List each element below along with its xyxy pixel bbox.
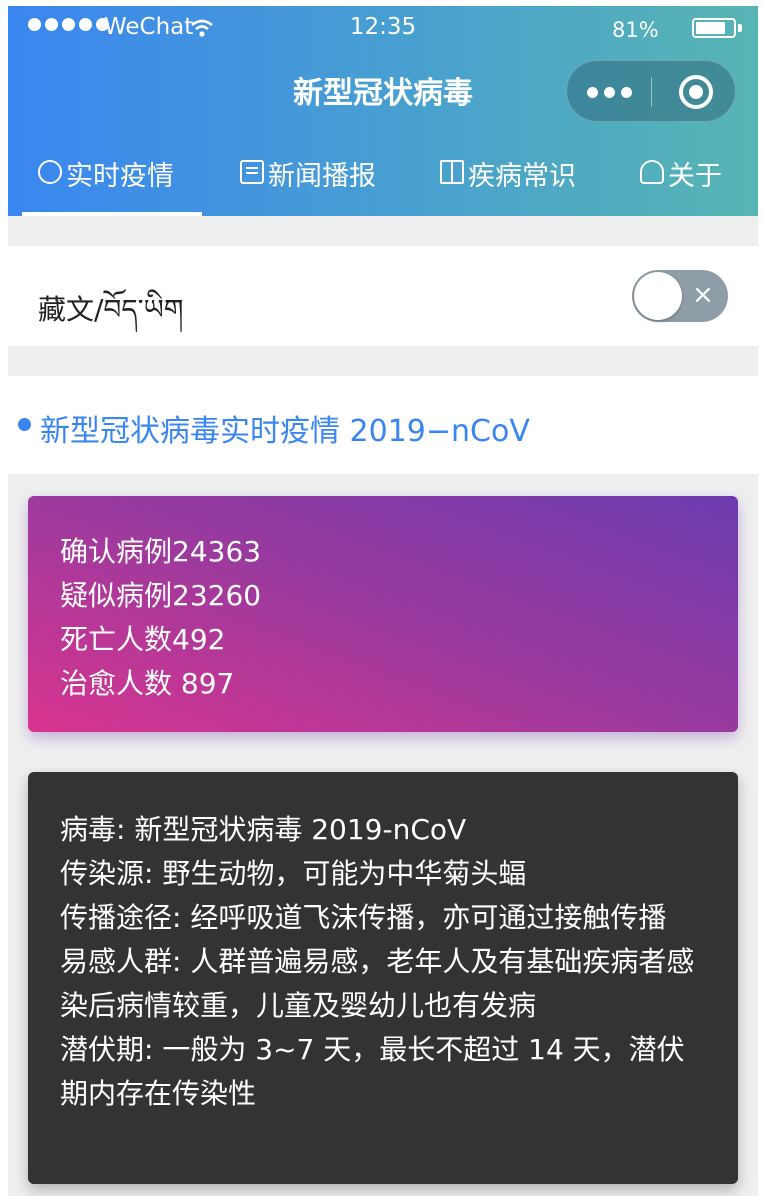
tab-label: 新闻播报 <box>268 161 376 192</box>
capsule-divider <box>651 77 652 107</box>
mini-program-capsule <box>566 60 736 122</box>
tab-live[interactable]: 实时疫情 <box>38 146 174 216</box>
tab-news[interactable]: 新闻播报 <box>240 146 376 216</box>
switch-knob <box>634 272 682 320</box>
tab-label: 实时疫情 <box>66 161 174 192</box>
battery-fill <box>696 22 726 34</box>
header: WeChat 12:35 81% 新型冠状病毒 实时疫情 新闻播报 疾病常识 关… <box>8 6 758 216</box>
app-frame: WeChat 12:35 81% 新型冠状病毒 实时疫情 新闻播报 疾病常识 关… <box>8 6 758 1196</box>
info-susceptible: 易感人群: 人群普遍易感，老年人及有基础疾病者感染后病情较重，儿童及婴幼儿也有发… <box>60 945 695 1022</box>
tab-bar: 实时疫情 新闻播报 疾病常识 关于 <box>8 146 758 216</box>
status-bar: WeChat 12:35 81% <box>8 6 758 50</box>
battery-icon <box>692 18 736 38</box>
battery-percent: 81% <box>612 18 659 42</box>
death-count: 死亡人数492 <box>60 623 226 656</box>
stats-card: 确认病例24363 疑似病例23260 死亡人数492 治愈人数 897 <box>28 496 738 732</box>
close-mini-program-icon[interactable] <box>679 75 713 109</box>
suspected-cases: 疑似病例23260 <box>60 579 262 612</box>
battery-tip <box>738 24 742 32</box>
tab-about[interactable]: 关于 <box>640 146 722 216</box>
tibetan-language-switch[interactable]: × <box>632 270 728 322</box>
active-tab-indicator <box>22 212 202 216</box>
user-icon <box>640 160 664 184</box>
tab-label: 关于 <box>668 161 722 192</box>
language-setting-row: 藏文/བོད་ཡིག × <box>8 246 758 346</box>
section-title: 新型冠状病毒实时疫情 2019−nCoV <box>40 414 530 449</box>
news-icon <box>240 160 264 184</box>
pulse-icon <box>38 160 62 184</box>
info-virus: 病毒: 新型冠状病毒 2019-nCoV <box>60 813 467 846</box>
confirmed-cases: 确认病例24363 <box>60 535 262 568</box>
tab-label: 疾病常识 <box>468 161 576 192</box>
section-header: 新型冠状病毒实时疫情 2019−nCoV <box>8 376 758 474</box>
info-transmission: 传播途径: 经呼吸道飞沫传播，亦可通过接触传播 <box>60 901 667 934</box>
more-icon[interactable] <box>587 87 632 98</box>
info-source: 传染源: 野生动物，可能为中华菊头蝠 <box>60 857 527 890</box>
info-incubation: 潜伏期: 一般为 3~7 天，最长不超过 14 天，潜伏期内存在传染性 <box>60 1033 685 1110</box>
virus-info-card: 病毒: 新型冠状病毒 2019-nCoV 传染源: 野生动物，可能为中华菊头蝠 … <box>28 772 738 1184</box>
recovered-count: 治愈人数 897 <box>60 667 235 700</box>
tab-knowledge[interactable]: 疾病常识 <box>440 146 576 216</box>
close-icon: × <box>692 280 714 310</box>
language-label: 藏文/བོད་ཡིག <box>38 293 184 326</box>
book-icon <box>440 160 464 184</box>
bullet-icon <box>18 418 31 431</box>
